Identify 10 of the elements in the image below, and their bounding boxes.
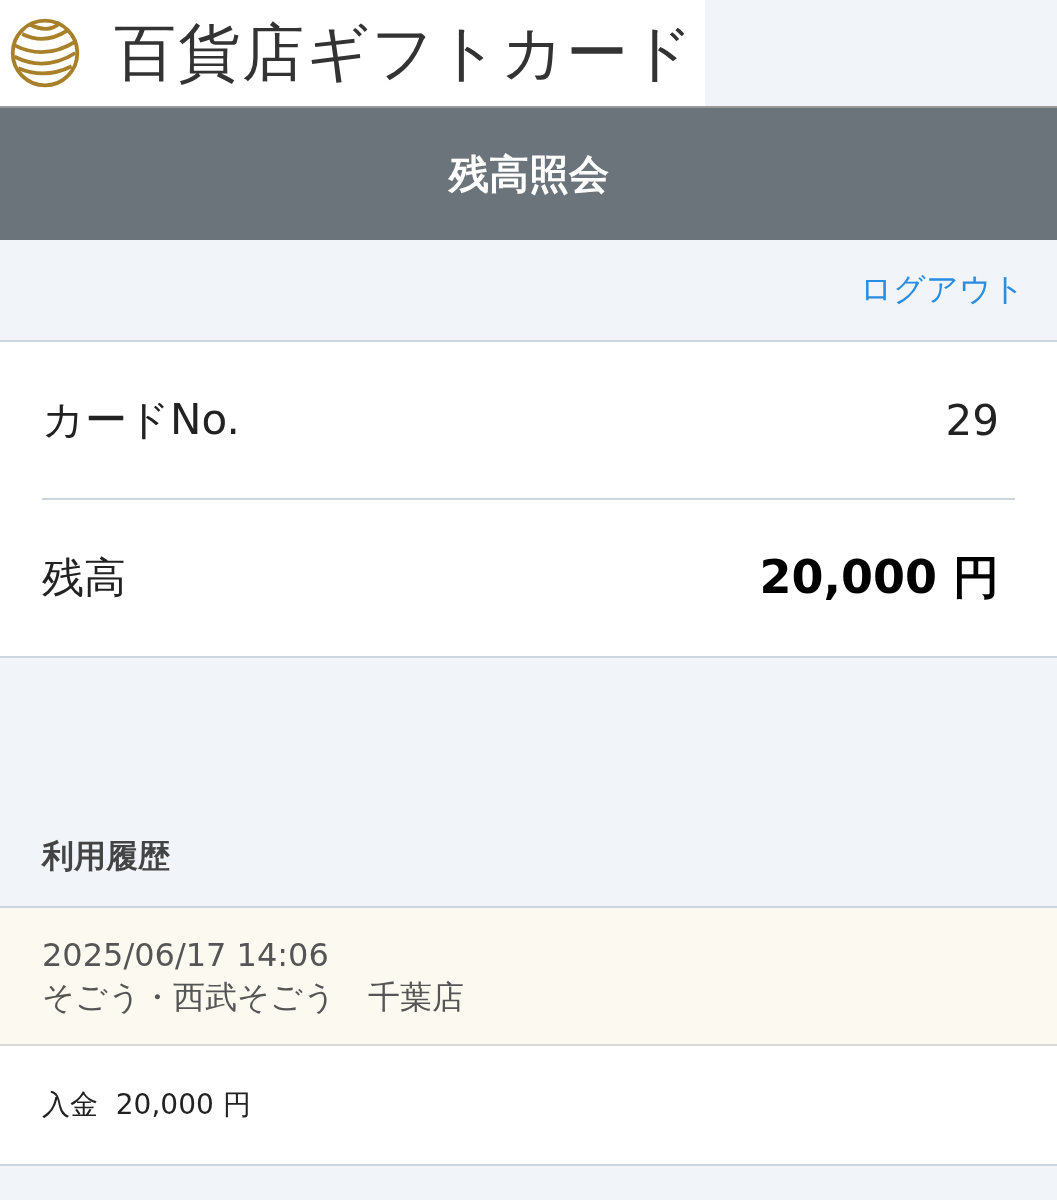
entry-detail: 入金 20,000 円 <box>42 1087 251 1123</box>
row-value: 20,000 円 <box>759 549 999 606</box>
logout-link[interactable]: ログアウト <box>860 268 1025 312</box>
page-header: 残高照会 <box>0 106 1057 240</box>
entry-datetime: 2025/06/17 14:06 <box>42 935 330 976</box>
row-value: 29 <box>945 395 999 445</box>
site-title: 百貨店ギフトカード <box>114 15 695 91</box>
row-label: カードNo. <box>42 394 240 446</box>
row-label: 残高 <box>42 552 126 604</box>
entry-store: そごう・西武そごう 千葉店 <box>42 977 465 1018</box>
